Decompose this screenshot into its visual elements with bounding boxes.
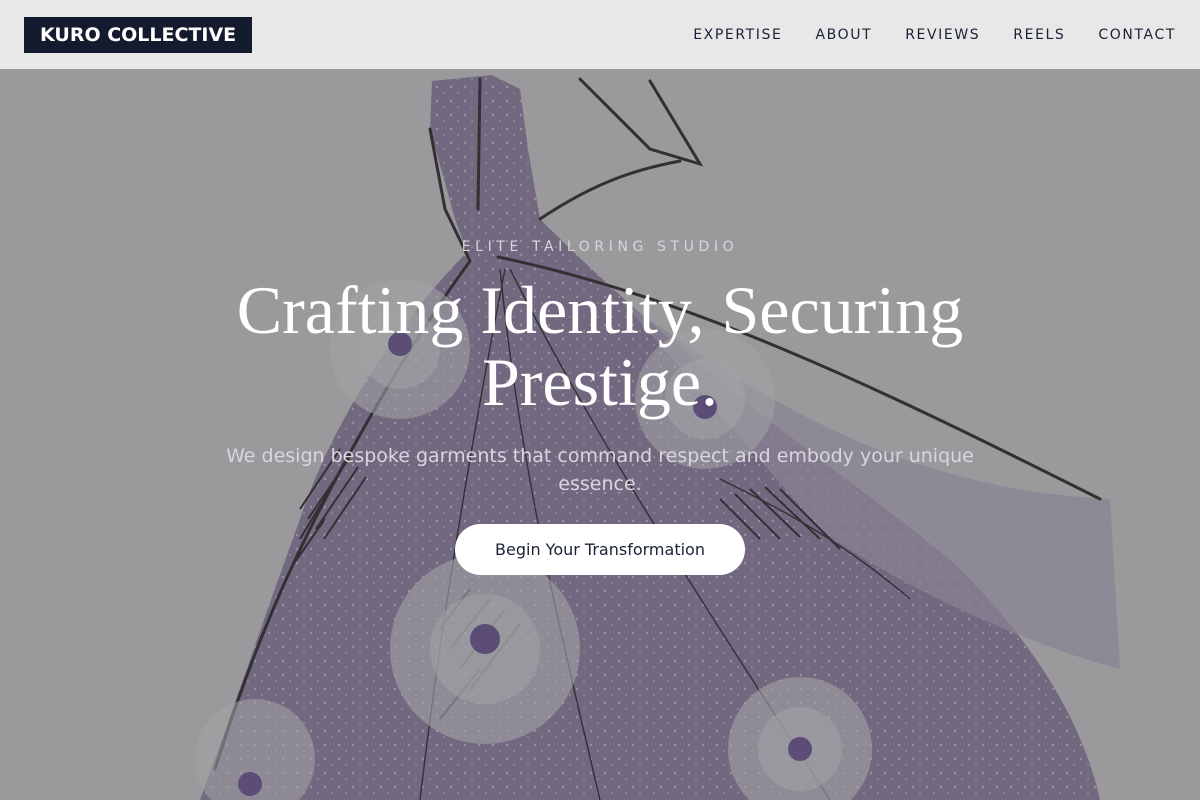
hero-headline: Crafting Identity, Securing Prestige. [236,272,964,420]
site-header: KURO COLLECTIVE EXPERTISE ABOUT REVIEWS … [0,0,1200,69]
begin-transformation-button[interactable]: Begin Your Transformation [455,524,745,575]
nav-link-contact[interactable]: CONTACT [1098,27,1176,43]
nav-link-reviews[interactable]: REVIEWS [905,27,980,43]
hero-subheadline: We design bespoke garments that command … [226,445,974,495]
nav-link-expertise[interactable]: EXPERTISE [693,27,782,43]
nav-link-reels[interactable]: REELS [1013,27,1065,43]
hero-section: ELITE TAILORING STUDIO Crafting Identity… [0,69,1200,800]
main-nav: EXPERTISE ABOUT REVIEWS REELS CONTACT [660,27,1176,43]
brand-logo[interactable]: KURO COLLECTIVE [24,16,253,53]
nav-link-about[interactable]: ABOUT [815,27,872,43]
hero-eyebrow: ELITE TAILORING STUDIO [461,239,739,255]
hero-content: ELITE TAILORING STUDIO Crafting Identity… [0,69,1200,800]
